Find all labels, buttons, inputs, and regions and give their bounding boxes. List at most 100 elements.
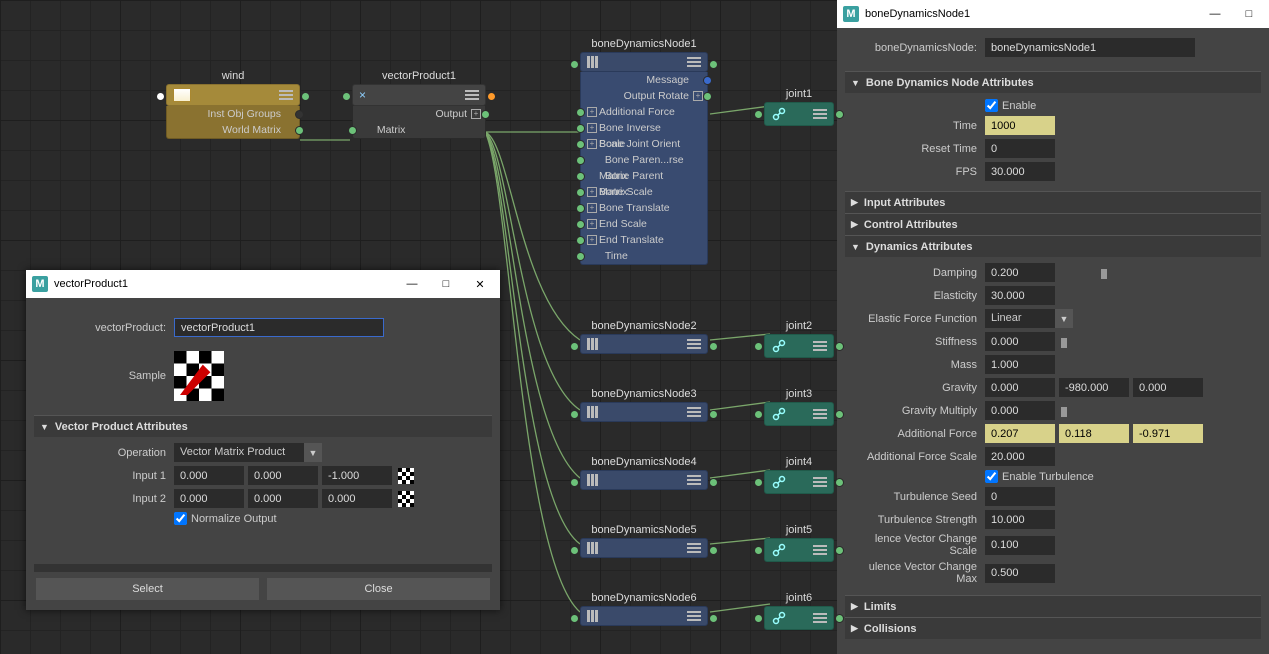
window-titlebar[interactable]: M vectorProduct1 — □ ✕ (26, 270, 500, 298)
normalize-checkbox[interactable] (174, 512, 187, 525)
input-port[interactable] (570, 478, 579, 487)
node-joint1[interactable]: joint1 (764, 88, 834, 126)
output-port[interactable] (709, 410, 718, 419)
menu-icon[interactable] (813, 109, 827, 119)
input1-x[interactable] (174, 466, 244, 485)
time-input[interactable] (985, 116, 1055, 135)
menu-icon[interactable] (813, 477, 827, 487)
gravity-mult-slider[interactable] (1061, 403, 1261, 419)
input2-x[interactable] (174, 489, 244, 508)
output-port[interactable] (709, 546, 718, 555)
input1-z[interactable] (322, 466, 392, 485)
input-port[interactable] (754, 410, 763, 419)
section-collisions[interactable]: ▶Collisions (845, 617, 1261, 639)
gravity-y[interactable] (1059, 378, 1129, 397)
node-vectorProduct1[interactable]: vectorProduct1 × Output+ Matrix (352, 70, 486, 139)
output-port[interactable] (709, 60, 718, 69)
input2-z[interactable] (322, 489, 392, 508)
output-port[interactable] (835, 614, 844, 623)
menu-icon[interactable] (687, 475, 701, 485)
output-port[interactable] (301, 92, 310, 101)
input-port[interactable] (570, 410, 579, 419)
close-button[interactable]: Close (267, 578, 490, 600)
minimize-button[interactable]: — (1201, 8, 1229, 20)
menu-icon[interactable] (687, 339, 701, 349)
node-boneDynamicsNode1[interactable]: boneDynamicsNode1 Message Output Rotate+… (580, 38, 708, 265)
input-port[interactable] (156, 92, 165, 101)
input2-y[interactable] (248, 489, 318, 508)
output-port[interactable] (835, 478, 844, 487)
turb-vcs-input[interactable] (985, 536, 1055, 555)
node-boneDynamicsNode6[interactable]: boneDynamicsNode6 (580, 592, 708, 626)
damping-input[interactable] (985, 263, 1055, 282)
section-input-attrs[interactable]: ▶Input Attributes (845, 191, 1261, 213)
output-port[interactable] (835, 410, 844, 419)
gravity-z[interactable] (1133, 378, 1203, 397)
turb-vcm-input[interactable] (985, 564, 1055, 583)
add-force-x[interactable] (985, 424, 1055, 443)
output-port[interactable] (709, 342, 718, 351)
node-joint3[interactable]: joint3 (764, 388, 834, 426)
add-force-scale-input[interactable] (985, 447, 1055, 466)
add-force-y[interactable] (1059, 424, 1129, 443)
menu-icon[interactable] (687, 407, 701, 417)
menu-icon[interactable] (279, 90, 293, 100)
menu-icon[interactable] (813, 409, 827, 419)
menu-icon[interactable] (687, 57, 701, 67)
menu-icon[interactable] (813, 545, 827, 555)
maximize-button[interactable]: □ (432, 278, 460, 290)
node-name-input[interactable] (174, 318, 384, 337)
node-joint4[interactable]: joint4 (764, 456, 834, 494)
output-port[interactable] (709, 478, 718, 487)
stiffness-slider[interactable] (1061, 334, 1261, 350)
vectorProduct1-attribute-window[interactable]: M vectorProduct1 — □ ✕ vectorProduct: Sa… (26, 270, 500, 610)
section-control-attrs[interactable]: ▶Control Attributes (845, 213, 1261, 235)
input-port[interactable] (754, 110, 763, 119)
menu-icon[interactable] (465, 90, 479, 100)
menu-icon[interactable] (687, 611, 701, 621)
gravity-mult-input[interactable] (985, 401, 1055, 420)
select-button[interactable]: Select (36, 578, 259, 600)
boneDynamicsNode-attribute-window[interactable]: M boneDynamicsNode1 — □ boneDynamicsNode… (837, 0, 1269, 654)
node-joint5[interactable]: joint5 (764, 524, 834, 562)
operation-dropdown[interactable]: Vector Matrix Product▼ (174, 443, 322, 462)
input-port[interactable] (754, 546, 763, 555)
window-titlebar[interactable]: M boneDynamicsNode1 — □ (837, 0, 1269, 28)
node-boneDynamicsNode4[interactable]: boneDynamicsNode4 (580, 456, 708, 490)
output-port[interactable] (709, 614, 718, 623)
turb-seed-input[interactable] (985, 487, 1055, 506)
output-port[interactable] (835, 546, 844, 555)
map-button[interactable] (398, 491, 414, 507)
elastic-force-dropdown[interactable]: Linear▼ (985, 309, 1073, 328)
input-port[interactable] (570, 614, 579, 623)
input-port[interactable] (570, 342, 579, 351)
elasticity-input[interactable] (985, 286, 1055, 305)
input-port[interactable] (754, 614, 763, 623)
node-joint6[interactable]: joint6 (764, 592, 834, 630)
enable-checkbox[interactable] (985, 99, 998, 112)
maximize-button[interactable]: □ (1235, 8, 1263, 20)
section-dynamics-attrs[interactable]: ▼Dynamics Attributes (845, 235, 1261, 257)
input-port[interactable] (754, 478, 763, 487)
output-port[interactable] (835, 110, 844, 119)
input-port[interactable] (570, 60, 579, 69)
output-port[interactable] (487, 92, 496, 101)
output-port[interactable] (835, 342, 844, 351)
damping-slider[interactable] (1061, 265, 1261, 281)
node-boneDynamicsNode5[interactable]: boneDynamicsNode5 (580, 524, 708, 558)
input-port[interactable] (570, 546, 579, 555)
input1-y[interactable] (248, 466, 318, 485)
input-port[interactable] (342, 92, 351, 101)
node-boneDynamicsNode3[interactable]: boneDynamicsNode3 (580, 388, 708, 422)
mass-input[interactable] (985, 355, 1055, 374)
node-joint2[interactable]: joint2 (764, 320, 834, 358)
section-limits[interactable]: ▶Limits (845, 595, 1261, 617)
minimize-button[interactable]: — (398, 278, 426, 290)
menu-icon[interactable] (813, 613, 827, 623)
gravity-x[interactable] (985, 378, 1055, 397)
node-name-input[interactable] (985, 38, 1195, 57)
section-vector-product-attrs[interactable]: ▼Vector Product Attributes (34, 415, 492, 437)
menu-icon[interactable] (813, 341, 827, 351)
turb-strength-input[interactable] (985, 510, 1055, 529)
reset-time-input[interactable] (985, 139, 1055, 158)
